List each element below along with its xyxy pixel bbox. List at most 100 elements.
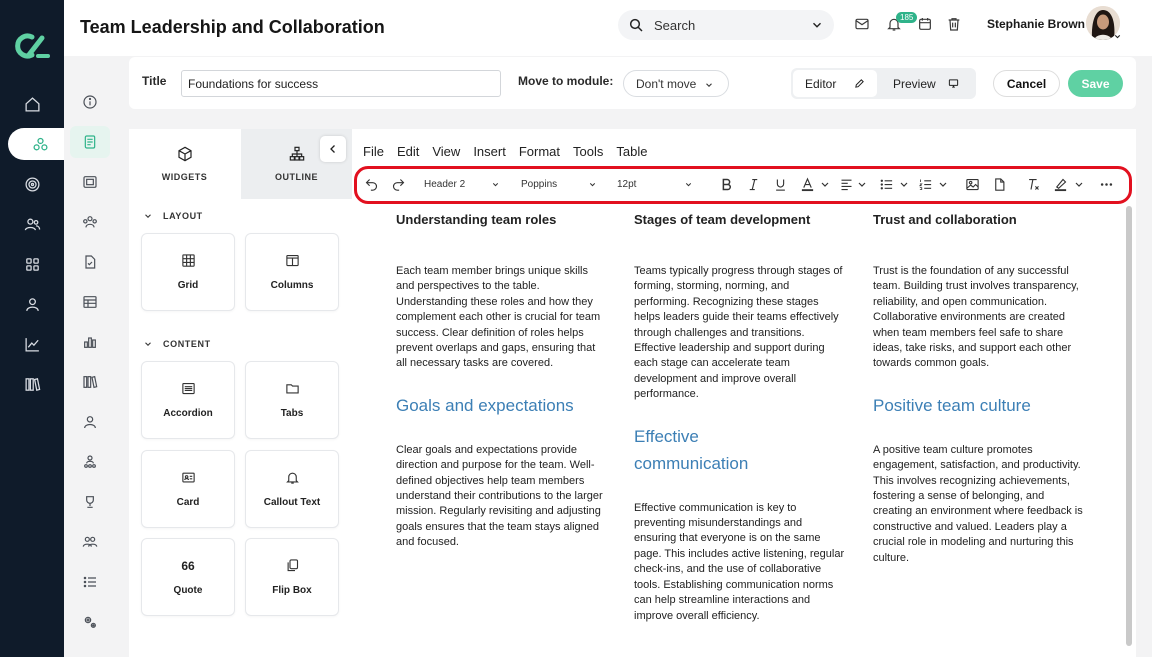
tab-widgets[interactable]: WIDGETS [129,129,240,199]
column-paragraph[interactable]: Effective communication is key to preven… [634,501,846,624]
nav-target-icon[interactable] [8,168,56,200]
highlight-icon[interactable] [1052,176,1068,192]
chevron-down-icon [145,214,151,219]
document-icon[interactable] [70,246,110,278]
table-icon[interactable] [70,286,110,318]
block-format-select[interactable]: Header 2 [416,173,506,195]
menu-insert[interactable]: Insert [473,144,506,159]
content-section-header[interactable]: CONTENT [143,339,211,349]
undo-icon[interactable] [363,176,379,192]
column-subheading[interactable]: Goals and expectations [396,392,608,419]
column-heading[interactable]: Understanding team roles [396,212,608,228]
menu-edit[interactable]: Edit [397,144,419,159]
chevron-down-icon[interactable] [856,176,868,192]
trophy-icon[interactable] [70,486,110,518]
secondary-nav [64,0,116,657]
nav-courses-icon[interactable] [8,128,72,160]
list-icon[interactable] [70,566,110,598]
chevron-down-icon [145,342,151,347]
italic-icon[interactable] [745,176,761,192]
numbered-list-icon[interactable] [917,176,933,192]
user-hierarchy-icon[interactable] [70,446,110,478]
widget-callout-text-label: Callout Text [263,497,321,508]
nav-library-icon[interactable] [8,368,56,400]
nav-profile-icon[interactable] [8,288,56,320]
team-icon[interactable] [70,526,110,558]
calendar-icon[interactable] [917,16,933,32]
layout-section-header[interactable]: LAYOUT [143,211,203,221]
nav-analytics-icon[interactable] [8,328,56,360]
column-heading[interactable]: Trust and collaboration [873,212,1085,228]
column-paragraph[interactable]: Teams typically progress through stages … [634,264,846,403]
redo-icon[interactable] [390,176,406,192]
search-input[interactable]: Search [654,18,810,33]
grid-icon [181,254,195,267]
collapse-panel-button[interactable] [320,136,346,162]
font-family-select[interactable]: Poppins [513,173,603,195]
books-icon[interactable] [70,366,110,398]
content-section-label: CONTENT [163,339,211,349]
column-paragraph[interactable]: Clear goals and expectations provide dir… [396,443,608,551]
menu-tools[interactable]: Tools [573,144,603,159]
chevron-down-icon[interactable] [1073,176,1085,192]
group-icon[interactable] [70,206,110,238]
chevron-down-icon[interactable] [937,176,949,192]
widget-callout-text[interactable]: Callout Text [245,450,339,528]
widget-grid[interactable]: Grid [141,233,235,311]
image-icon[interactable] [964,176,980,192]
user-name[interactable]: Stephanie Brown [987,17,1085,31]
text-color-icon[interactable] [799,176,815,192]
copy-icon [287,559,298,572]
menu-view[interactable]: View [432,144,460,159]
column-subheading[interactable]: Positive team culture [873,392,1085,419]
nav-users-icon[interactable] [8,208,56,240]
cancel-button[interactable]: Cancel [993,70,1060,97]
editor-scrollbar[interactable] [1126,206,1132,646]
column-subheading[interactable]: Effective communication [634,423,784,477]
more-options-icon[interactable] [1098,176,1114,192]
editor-tab[interactable]: Editor [793,70,877,97]
user-menu-chevron-icon[interactable] [1113,32,1122,41]
menu-table[interactable]: Table [616,144,647,159]
font-size-select[interactable]: 12pt [609,173,699,195]
underline-icon[interactable] [772,176,788,192]
align-left-icon[interactable] [838,176,854,192]
column-paragraph[interactable]: A positive team culture promotes engagem… [873,443,1085,566]
gallery-icon[interactable] [70,166,110,198]
widget-flip-box[interactable]: Flip Box [245,538,339,616]
column-paragraph[interactable]: Trust is the foundation of any successfu… [873,264,1085,372]
brand-logo-icon[interactable] [12,30,52,62]
widget-quote[interactable]: 66 Quote [141,538,235,616]
menu-format[interactable]: Format [519,144,560,159]
nav-home-icon[interactable] [8,88,56,120]
info-icon[interactable] [70,86,110,118]
column-paragraph[interactable]: Each team member brings unique skills an… [396,264,608,372]
chevron-down-icon[interactable] [819,176,831,192]
widget-columns[interactable]: Columns [245,233,339,311]
column-heading[interactable]: Stages of team development [634,212,846,228]
primary-nav [0,0,72,657]
save-button[interactable]: Save [1068,70,1123,97]
chevron-down-icon[interactable] [810,18,824,32]
bullet-list-icon[interactable] [878,176,894,192]
search-box[interactable]: Search [618,10,834,40]
file-icon[interactable] [991,176,1007,192]
user-icon[interactable] [70,406,110,438]
mail-icon[interactable] [854,16,870,32]
lesson-editor-icon[interactable] [70,126,110,158]
editor-menubar: File Edit View Insert Format Tools Table [363,144,660,159]
widget-accordion[interactable]: Accordion [141,361,235,439]
bold-icon[interactable] [718,176,734,192]
settings-gears-icon[interactable] [70,606,110,638]
chevron-down-icon[interactable] [898,176,910,192]
nav-apps-icon[interactable] [8,248,56,280]
move-to-module-select[interactable]: Don't move [623,70,729,97]
widget-tabs[interactable]: Tabs [245,361,339,439]
title-input[interactable] [181,70,501,97]
trash-icon[interactable] [946,16,962,32]
clear-formatting-icon[interactable] [1025,176,1041,192]
widget-card[interactable]: Card [141,450,235,528]
menu-file[interactable]: File [363,144,384,159]
preview-tab[interactable]: Preview [881,70,973,97]
bar-chart-icon[interactable] [70,326,110,358]
